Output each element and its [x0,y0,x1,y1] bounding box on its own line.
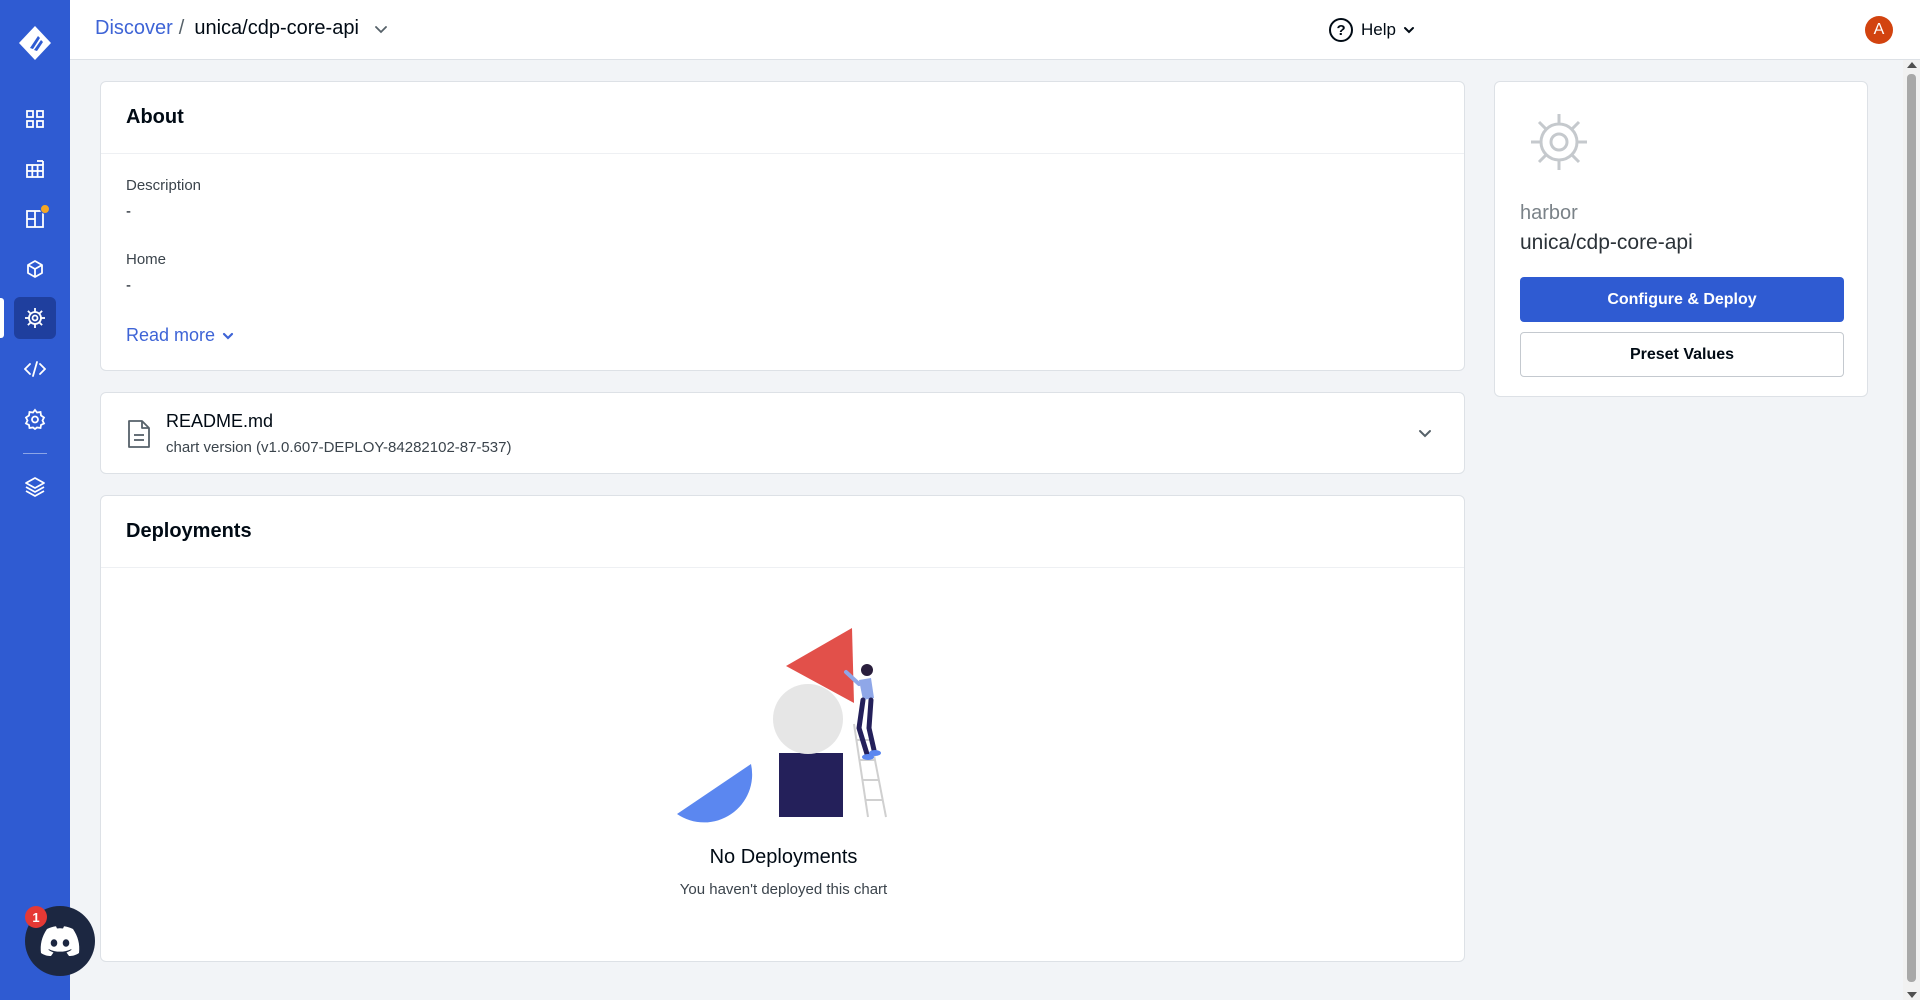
help-icon: ? [1329,18,1354,42]
sidebar-item-applications[interactable] [14,98,56,140]
discord-notification-badge: 1 [25,906,47,928]
empty-state-subtitle: You haven't deployed this chart [679,881,888,898]
scroll-down-arrow-icon[interactable] [1907,992,1917,998]
sidebar-item-bulk-edit[interactable] [14,348,56,390]
sidebar-item-chart-store[interactable] [14,297,56,339]
deployments-divider [101,567,1464,568]
sidebar [0,0,70,1000]
table-grid-icon [26,160,44,178]
chevron-down-icon [222,332,234,340]
empty-state-title: No Deployments [709,846,858,868]
helm-wheel-icon [25,308,45,328]
readme-filename: README.md [166,411,274,431]
about-title: About [126,106,184,128]
configure-deploy-button[interactable]: Configure & Deploy [1520,277,1844,322]
settings-gear-icon [24,408,46,430]
readme-card[interactable]: README.md chart version (v1.0.607-DEPLOY… [100,392,1465,474]
sidebar-divider [23,453,47,454]
breadcrumb-current-chart: unica/cdp-core-api [194,17,359,39]
breadcrumb-discover-link[interactable]: Discover [95,17,173,40]
layers-icon [25,477,45,497]
breadcrumb: Discover / unica/cdp-core-api [95,17,389,40]
chart-details-panel: harbor unica/cdp-core-api Configure & De… [1494,81,1868,397]
scrollbar-thumb[interactable] [1907,74,1916,982]
chevron-down-icon[interactable] [1416,425,1434,448]
chart-version: chart version (v1.0.607-DEPLOY-84282102-… [166,439,512,456]
cube-icon [27,260,43,278]
read-more-link[interactable]: Read more [126,325,235,346]
devtron-logo-icon[interactable] [16,24,54,62]
sidebar-item-resource-browser[interactable] [14,198,56,240]
home-value: - [126,277,131,294]
scroll-up-arrow-icon[interactable] [1907,62,1917,68]
chevron-down-icon [1404,27,1414,34]
code-icon [24,361,46,377]
active-indicator [0,298,4,338]
home-label: Home [126,251,167,268]
preset-values-button[interactable]: Preset Values [1520,332,1844,377]
read-more-label: Read more [126,325,216,345]
helm-chart-icon [1529,112,1589,177]
help-label: Help [1361,20,1396,39]
about-divider [101,153,1464,154]
user-avatar[interactable]: A [1865,16,1893,44]
deployments-title: Deployments [126,520,252,542]
description-value: - [126,203,131,220]
top-header: Discover / unica/cdp-core-api ? Help A [70,0,1920,60]
breadcrumb-separator: / [178,17,185,39]
chevron-down-icon[interactable] [373,21,389,37]
repository-name: harbor [1520,202,1578,224]
sidebar-item-stack-manager[interactable] [14,466,56,508]
help-menu[interactable]: ? Help [1329,18,1416,42]
sidebar-item-global-configurations[interactable] [14,398,56,440]
deployments-card: Deployments No Deployments You haven't d… [100,495,1465,962]
dashboard-grid-icon [26,110,44,128]
file-document-icon [127,419,151,454]
description-label: Description [126,177,202,194]
sidebar-item-application-groups[interactable] [14,148,56,190]
discord-icon [40,926,80,956]
about-card: About Description - Home - Read more [100,81,1465,371]
page-scrollbar[interactable] [1903,60,1920,1000]
notification-dot [40,204,50,214]
sidebar-item-deployment-groups[interactable] [14,248,56,290]
empty-state-illustration [677,628,887,823]
chart-name: unica/cdp-core-api [1520,231,1693,254]
